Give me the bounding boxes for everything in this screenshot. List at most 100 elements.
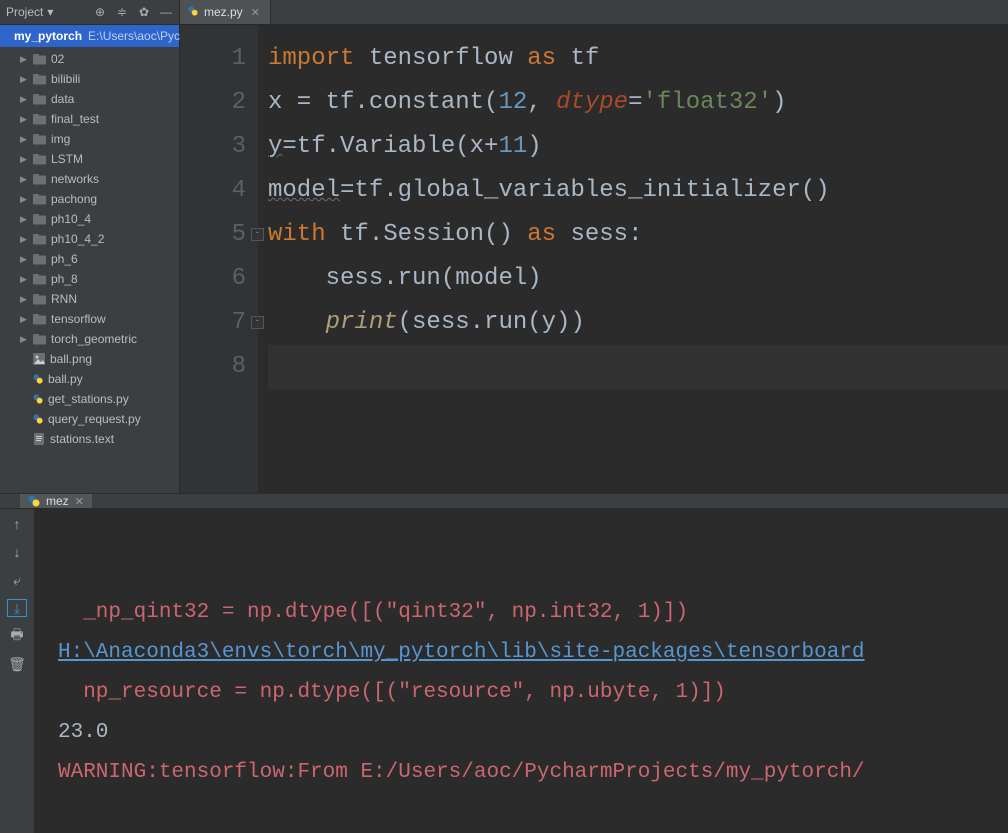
code-editor[interactable]: 12345678-- import tensorflow as tfx = tf… [180,25,1008,493]
chevron-down-icon: ▾ [47,5,53,19]
chevron-right-icon: ▶ [20,54,28,65]
chevron-right-icon: ▶ [20,74,28,85]
python-icon [188,5,198,19]
code-line[interactable] [268,345,1008,389]
code-body[interactable]: import tensorflow as tfx = tf.constant(1… [258,25,1008,493]
tree-item[interactable]: ▶bilibili [0,69,179,89]
gutter: 12345678-- [180,25,258,493]
folder-icon [33,334,46,345]
python-icon [33,414,43,424]
tree-item[interactable]: ▶ RNN [0,289,179,309]
hide-icon[interactable]: — [159,5,173,19]
chevron-right-icon: ▶ [20,234,28,245]
print-icon[interactable]: 🖶 [8,627,26,645]
sidebar-header: Project ▾ ⊕ ≑ ✿ — [0,0,179,25]
close-icon[interactable]: ✕ [75,495,84,508]
chevron-right-icon: ▶ [20,274,28,285]
folder-icon [33,294,46,305]
tree-item[interactable]: ▶torch_geometric [0,329,179,349]
code-line[interactable]: model=tf.global_variables_initializer() [268,169,1008,213]
tree-item[interactable]: ▶tensorflow [0,309,179,329]
tree-item[interactable]: ▶img [0,129,179,149]
tree-item[interactable]: ▶ networks [0,169,179,189]
tree-item[interactable]: query_request.py [0,409,179,429]
chevron-right-icon: ▶ [20,114,28,125]
console-output[interactable]: _np_qint32 = np.dtype([("qint32", np.int… [34,509,1008,833]
down-arrow-icon[interactable]: ↓ [8,543,26,561]
tree-item-label: ph_6 [51,252,78,266]
tree-item[interactable]: ▶ph10_4 [0,209,179,229]
console-line: H:\Anaconda3\envs\torch\my_pytorch\lib\s… [58,633,1000,673]
chevron-right-icon: ▶ [20,294,28,305]
tree-item[interactable]: ▶ 02 [0,49,179,69]
code-line[interactable]: sess.run(model) [268,257,1008,301]
folder-icon [33,54,46,65]
tree-item-label: data [51,92,74,106]
project-sidebar: Project ▾ ⊕ ≑ ✿ — my_pytorch E:\Users\ao… [0,0,180,493]
fold-handle[interactable]: - [251,228,264,241]
wrap-icon[interactable]: ⤶ [8,571,26,589]
fold-handle[interactable]: - [251,316,264,329]
gear-icon[interactable]: ✿ [137,5,151,19]
tree-item[interactable]: ball.png [0,349,179,369]
tree-item-label: networks [51,172,99,186]
chevron-right-icon: ▶ [20,214,28,225]
chevron-right-icon: ▶ [20,134,28,145]
run-tabs: mez ✕ [0,494,1008,509]
code-line[interactable]: x = tf.constant(12, dtype='float32') [268,81,1008,125]
collapse-icon[interactable]: ≑ [115,5,129,19]
python-icon [28,495,40,507]
tree-item-label: LSTM [51,152,83,166]
project-title-text: Project [6,5,43,19]
code-line[interactable]: import tensorflow as tf [268,37,1008,81]
trash-icon[interactable]: 🗑 [8,655,26,673]
tree-item[interactable]: ▶ ph_6 [0,249,179,269]
run-tab[interactable]: mez ✕ [20,494,92,508]
tree-item-label: tensorflow [51,312,106,326]
tree-item[interactable]: ▶ final_test [0,109,179,129]
tree-item-label: RNN [51,292,77,306]
folder-icon [33,234,46,245]
chevron-right-icon: ▶ [20,194,28,205]
folder-icon [33,174,46,185]
tree-item[interactable]: ▶pachong [0,189,179,209]
tree-item-label: ball.py [48,372,83,386]
tree-item[interactable]: ▶ ph10_4_2 [0,229,179,249]
up-arrow-icon[interactable]: ↑ [8,515,26,533]
tree-item-label: 02 [51,52,64,66]
scroll-lock-icon[interactable]: ⤓ [7,599,27,617]
folder-icon [33,94,46,105]
tree-item-label: ph10_4_2 [51,232,104,246]
console-line [58,793,1000,833]
tab-label: mez.py [204,5,243,19]
tree-item[interactable]: ▶ph_8 [0,269,179,289]
tree-item[interactable]: stations.text [0,429,179,449]
editor-area: mez.py ✕ 12345678-- import tensorflow as … [180,0,1008,493]
folder-icon [33,194,46,205]
code-line[interactable]: y=tf.Variable(x+11) [268,125,1008,169]
tree-item[interactable]: ▶data [0,89,179,109]
code-line[interactable]: with tf.Session() as sess: [268,213,1008,257]
close-icon[interactable]: ✕ [249,6,262,19]
code-line[interactable]: print(sess.run(y)) [268,301,1008,345]
tree-item[interactable]: ball.py [0,369,179,389]
target-icon[interactable]: ⊕ [93,5,107,19]
chevron-right-icon: ▶ [20,334,28,345]
chevron-right-icon: ▶ [20,254,28,265]
tree-item[interactable]: get_stations.py [0,389,179,409]
editor-tab[interactable]: mez.py ✕ [180,0,271,24]
tree-item-label: ball.png [50,352,92,366]
project-tree: ▶02▶bilibili▶data▶final_test▶img▶LSTM▶ne… [0,47,179,493]
tree-item-label: final_test [51,112,99,126]
python-icon [33,374,43,384]
chevron-right-icon: ▶ [20,174,28,185]
folder-icon [33,214,46,225]
tree-item-label: query_request.py [48,412,141,426]
project-root[interactable]: my_pytorch E:\Users\aoc\Pyc [0,25,179,47]
tree-item[interactable]: ▶ LSTM [0,149,179,169]
console-line: 23.0 [58,713,1000,753]
chevron-right-icon: ▶ [20,154,28,165]
folder-icon [33,114,46,125]
project-title[interactable]: Project ▾ [6,5,53,19]
folder-icon [33,314,46,325]
